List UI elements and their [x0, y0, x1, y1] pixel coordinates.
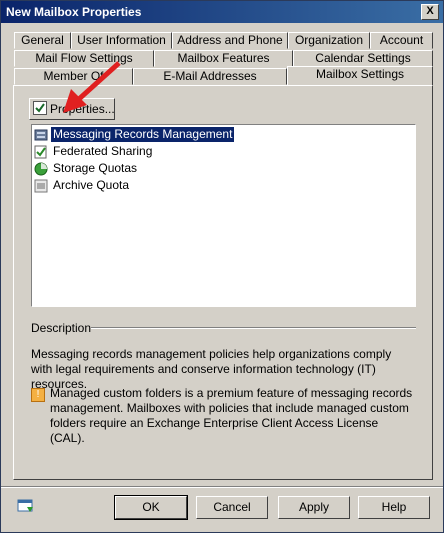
tab-general[interactable]: General — [14, 32, 71, 49]
close-button[interactable]: X — [421, 4, 439, 20]
info-icon: ! — [31, 388, 45, 402]
apply-button[interactable]: Apply — [278, 496, 350, 519]
quota-icon — [34, 162, 48, 176]
settings-list[interactable]: Messaging Records Management Federated S… — [31, 124, 416, 307]
tab-account[interactable]: Account — [370, 32, 433, 49]
records-icon — [34, 128, 48, 142]
properties-button[interactable]: Properties... — [29, 98, 115, 120]
description-heading: Description — [31, 321, 92, 335]
tab-organization[interactable]: Organization — [288, 32, 370, 49]
title-bar[interactable]: New Mailbox Properties X — [1, 1, 443, 23]
list-item-label: Federated Sharing — [53, 144, 153, 158]
tab-email-addresses[interactable]: E-Mail Addresses — [133, 68, 287, 85]
tab-mail-flow-settings[interactable]: Mail Flow Settings — [14, 50, 154, 67]
archive-icon — [34, 179, 48, 193]
properties-button-label: Properties... — [50, 102, 115, 116]
tab-member-of[interactable]: Member Of — [14, 68, 133, 85]
list-item-label: Archive Quota — [53, 178, 130, 192]
list-item-label: Messaging Records Management — [51, 127, 235, 142]
footer-divider — [1, 486, 443, 488]
window-title: New Mailbox Properties — [6, 5, 142, 19]
ok-button[interactable]: OK — [114, 495, 188, 520]
dialog-window: New Mailbox Properties X General User In… — [0, 0, 444, 533]
tab-calendar-settings[interactable]: Calendar Settings — [293, 50, 433, 67]
list-item-label: Storage Quotas — [53, 161, 138, 175]
description-divider — [91, 327, 416, 329]
checkbox-icon — [33, 101, 47, 115]
tab-address-and-phone[interactable]: Address and Phone — [172, 32, 288, 49]
tab-mailbox-features[interactable]: Mailbox Features — [154, 50, 293, 67]
tab-user-information[interactable]: User Information — [71, 32, 172, 49]
cancel-button[interactable]: Cancel — [196, 496, 268, 519]
tab-mailbox-settings[interactable]: Mailbox Settings — [287, 66, 433, 86]
help-button[interactable]: Help — [358, 496, 430, 519]
help-context-icon[interactable] — [17, 498, 35, 514]
license-note: Managed custom folders is a premium feat… — [50, 386, 413, 445]
federated-icon — [34, 145, 48, 159]
